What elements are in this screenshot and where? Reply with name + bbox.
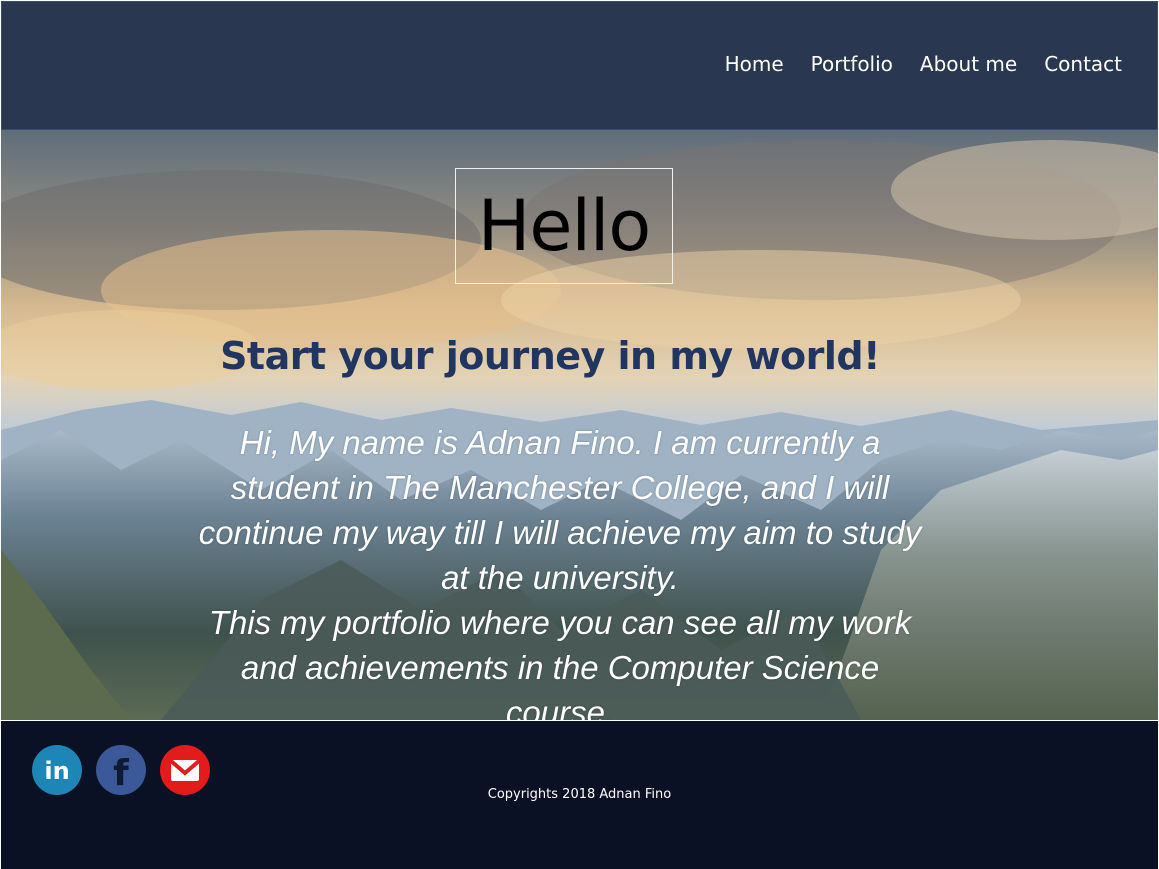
nav-contact-link[interactable]: Contact bbox=[1044, 52, 1122, 76]
svg-text:in: in bbox=[44, 757, 69, 785]
site-footer: in f Copyrights 2018 Adnan Fino bbox=[1, 721, 1158, 869]
intro-text: Hi, My name is Adnan Fino. I am currentl… bbox=[191, 420, 929, 720]
site-header: Home Portfolio About me Contact bbox=[1, 1, 1158, 130]
hello-heading: Hello bbox=[477, 185, 651, 267]
hero-section: Hello Start your journey in my world! Hi… bbox=[1, 130, 1158, 720]
copyright-text: Copyrights 2018 Adnan Fino bbox=[487, 787, 672, 802]
nav-about-link[interactable]: About me bbox=[920, 52, 1017, 76]
nav-portfolio-link[interactable]: Portfolio bbox=[811, 52, 893, 76]
main-nav: Home Portfolio About me Contact bbox=[725, 52, 1122, 76]
nav-home-link[interactable]: Home bbox=[725, 52, 784, 76]
intro-paragraph-1: Hi, My name is Adnan Fino. I am currentl… bbox=[198, 424, 922, 596]
hello-heading-box: Hello bbox=[455, 168, 673, 284]
page: Home Portfolio About me Contact Hello St… bbox=[0, 0, 1159, 869]
tagline-heading: Start your journey in my world! bbox=[220, 334, 880, 378]
intro-paragraph-2: This my portfolio where you can see all … bbox=[208, 604, 912, 720]
